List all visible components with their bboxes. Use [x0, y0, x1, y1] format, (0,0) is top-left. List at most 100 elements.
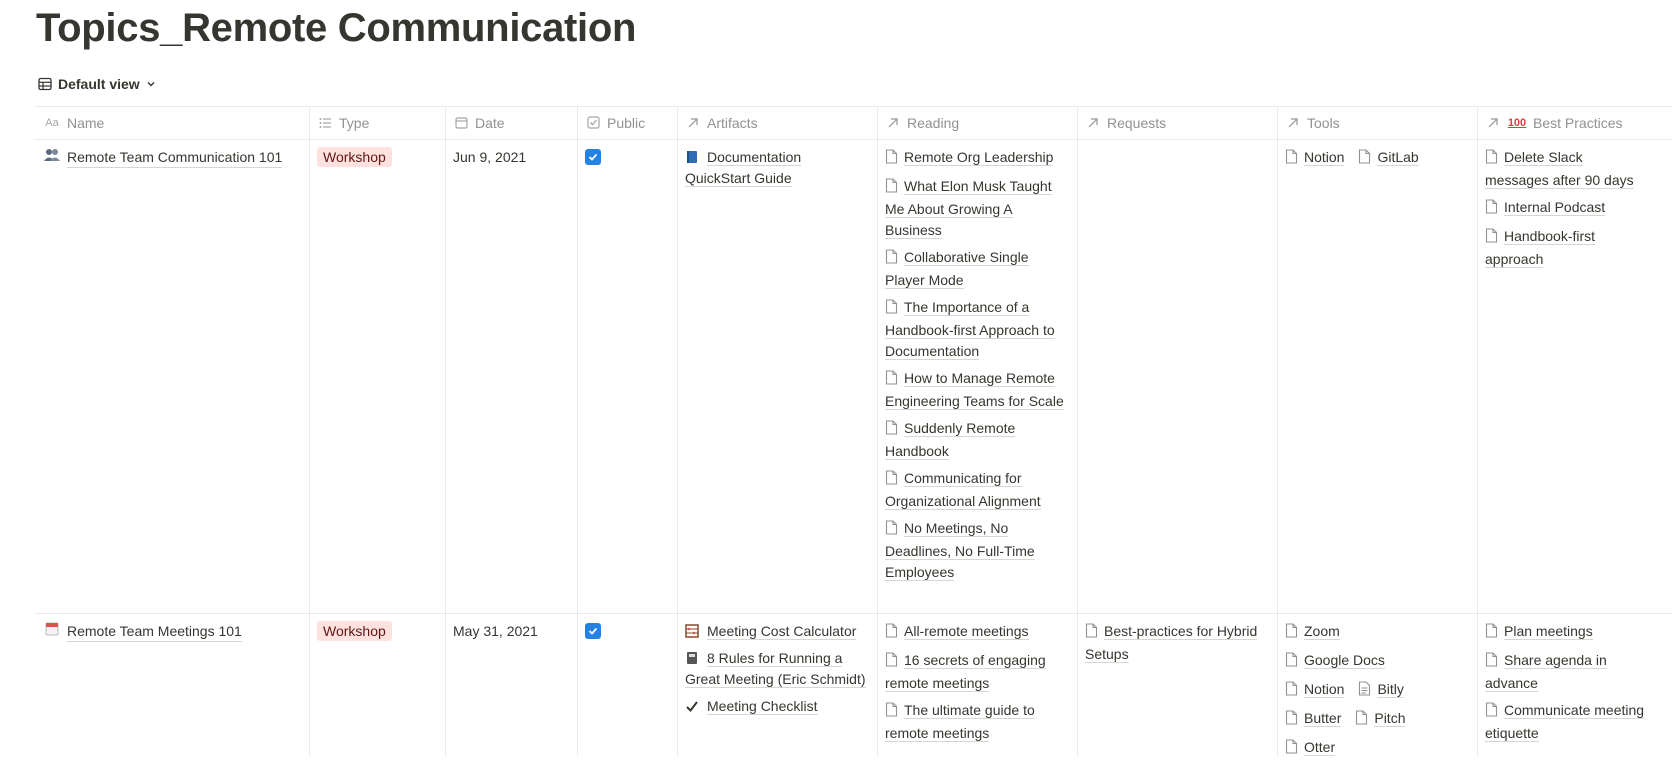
public-checkbox[interactable]	[585, 149, 601, 165]
row-name-cell[interactable]: Remote Team Meetings 101	[35, 613, 309, 642]
tool-link[interactable]: Pitch	[1355, 708, 1406, 731]
reading-link[interactable]: All-remote meetings	[885, 621, 1069, 644]
row-requests-cell	[1077, 139, 1277, 147]
reading-link[interactable]: Suddenly Remote Handbook	[885, 418, 1069, 462]
row-best-practices-cell: Plan meetings Share agenda in advance Comm…	[1477, 613, 1653, 744]
column-header-artifacts[interactable]: Artifacts	[677, 106, 877, 139]
row-reading-cell: All-remote meetings 16 secrets of engagin…	[877, 613, 1077, 744]
row-type-cell[interactable]: Workshop	[309, 613, 445, 642]
column-header-name[interactable]: Aa Name	[35, 106, 309, 139]
list-icon	[317, 115, 333, 131]
reading-link[interactable]: Remote Org Leadership	[885, 147, 1069, 170]
type-tag: Workshop	[317, 621, 392, 641]
tool-link[interactable]: Otter	[1285, 737, 1469, 760]
hundred-points-emoji-icon: 100	[1507, 116, 1527, 129]
page-icon	[1485, 149, 1498, 170]
page-icon	[1485, 199, 1498, 220]
row-title: Remote Team Meetings 101	[67, 621, 242, 642]
page-icon	[1285, 623, 1298, 644]
page-icon	[1485, 702, 1498, 723]
page-icon	[885, 249, 898, 270]
calendar-icon	[453, 115, 469, 131]
row-name-cell[interactable]: Remote Team Communication 101	[35, 139, 309, 168]
view-switcher[interactable]: Default view	[38, 73, 156, 95]
artifact-link[interactable]: Meeting Checklist	[685, 696, 869, 717]
tool-link[interactable]: Google Docs	[1285, 650, 1469, 673]
row-date: Jun 9, 2021	[453, 149, 527, 165]
row-tools-cell: Notion GitLab	[1277, 139, 1477, 170]
chevron-down-icon	[146, 79, 156, 89]
relation-arrow-icon	[1085, 115, 1101, 131]
reading-link[interactable]: Communicating for Organizational Alignme…	[885, 468, 1069, 512]
reading-link[interactable]: 16 secrets of engaging remote meetings	[885, 650, 1069, 694]
page-icon	[1285, 681, 1298, 702]
tool-link[interactable]: Bitly	[1358, 679, 1404, 702]
page-with-text-icon	[1358, 681, 1371, 702]
row-requests-cell: Best-practices for Hybrid Setups	[1077, 613, 1277, 665]
artifact-link[interactable]: 8 Rules for Running a Great Meeting (Eri…	[685, 648, 869, 690]
request-link[interactable]: Best-practices for Hybrid Setups	[1085, 621, 1269, 665]
notebook-icon	[685, 648, 701, 669]
tool-link[interactable]: Notion	[1285, 147, 1345, 170]
artifact-link[interactable]: Meeting Cost Calculator	[685, 621, 869, 642]
row-date-cell[interactable]: Jun 9, 2021	[445, 139, 577, 168]
public-checkbox[interactable]	[585, 623, 601, 639]
best-practice-link[interactable]: Plan meetings	[1485, 621, 1645, 644]
page-icon	[885, 299, 898, 320]
row-best-practices-cell: Delete Slack messages after 90 days Inter…	[1477, 139, 1653, 270]
page-icon	[1485, 623, 1498, 644]
row-type-cell[interactable]: Workshop	[309, 139, 445, 168]
relation-arrow-icon	[1485, 115, 1501, 131]
artifact-link[interactable]: Documentation QuickStart Guide	[685, 147, 869, 189]
reading-link[interactable]: How to Manage Remote Engineering Teams f…	[885, 368, 1069, 412]
table-icon	[38, 77, 52, 91]
page-title: Topics_Remote Communication	[36, 6, 637, 50]
column-header-tools[interactable]: Tools	[1277, 106, 1477, 139]
check-mark-icon	[685, 696, 701, 717]
tool-link[interactable]: GitLab	[1358, 147, 1419, 170]
column-header-type[interactable]: Type	[309, 106, 445, 139]
page-icon	[1355, 710, 1368, 731]
reading-link[interactable]: What Elon Musk Taught Me About Growing A…	[885, 176, 1069, 241]
best-practice-link[interactable]: Handbook-first approach	[1485, 226, 1645, 270]
tool-link[interactable]: Zoom	[1285, 621, 1469, 644]
page-icon	[1285, 710, 1298, 731]
tool-link[interactable]: Notion	[1285, 679, 1345, 702]
blue-book-icon	[685, 147, 701, 168]
best-practice-link[interactable]: Internal Podcast	[1485, 197, 1645, 220]
relation-arrow-icon	[685, 115, 701, 131]
page-icon	[885, 520, 898, 541]
page-icon	[885, 470, 898, 491]
tool-link[interactable]: Butter	[1285, 708, 1342, 731]
page-icon	[885, 420, 898, 441]
column-header-requests[interactable]: Requests	[1077, 106, 1277, 139]
page-icon	[885, 702, 898, 723]
column-header-best-practices[interactable]: 100 Best Practices	[1477, 106, 1672, 139]
page-icon	[885, 178, 898, 199]
best-practice-link[interactable]: Communicate meeting etiquette	[1485, 700, 1645, 744]
busts-in-silhouette-icon	[43, 147, 61, 168]
row-date-cell[interactable]: May 31, 2021	[445, 613, 577, 642]
column-header-public[interactable]: Public	[577, 106, 677, 139]
reading-link[interactable]: Collaborative Single Player Mode	[885, 247, 1069, 291]
page-icon	[885, 623, 898, 644]
row-public-cell	[577, 139, 677, 169]
reading-link[interactable]: The ultimate guide to remote meetings	[885, 700, 1069, 744]
view-label: Default view	[58, 76, 140, 92]
best-practice-link[interactable]: Delete Slack messages after 90 days	[1485, 147, 1645, 191]
checkbox-property-icon	[585, 115, 601, 131]
best-practice-link[interactable]: Share agenda in advance	[1485, 650, 1645, 694]
column-header-date[interactable]: Date	[445, 106, 577, 139]
page-icon	[1285, 149, 1298, 170]
page-icon	[1285, 652, 1298, 673]
column-header-reading[interactable]: Reading	[877, 106, 1077, 139]
reading-link[interactable]: No Meetings, No Deadlines, No Full-Time …	[885, 518, 1069, 583]
row-tools-cell: Zoom Google Docs Notion Bitly Butter Pit…	[1277, 613, 1477, 760]
relation-arrow-icon	[885, 115, 901, 131]
page-icon	[1485, 652, 1498, 673]
calendar-emoji-icon	[43, 621, 61, 642]
abacus-icon	[685, 621, 701, 642]
reading-link[interactable]: The Importance of a Handbook-first Appro…	[885, 297, 1069, 362]
page-icon	[885, 370, 898, 391]
page-icon	[1085, 623, 1098, 644]
